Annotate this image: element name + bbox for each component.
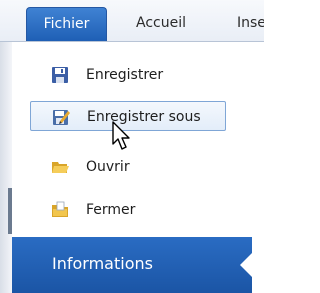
menu-item-info[interactable]: Informations [12,237,252,293]
save-as-icon [51,107,71,127]
tab-insert[interactable]: Insertion [237,7,264,41]
menu-item-label: Enregistrer sous [87,109,201,125]
mouse-cursor-icon [112,121,130,150]
backstage-left-edge [0,42,12,293]
selected-pointer [240,249,256,281]
menu-item-save[interactable]: Enregistrer [30,60,226,90]
tab-file[interactable]: Fichier [26,7,107,41]
floppy-disk-icon [50,65,70,85]
menu-item-close[interactable]: Fermer [30,195,226,225]
menu-item-label: Informations [52,254,153,273]
close-folder-icon [50,200,70,220]
menu-item-open[interactable]: Ouvrir [30,152,226,182]
menu-item-label: Fermer [86,202,136,218]
tab-home[interactable]: Accueil [136,7,186,41]
scroll-indicator [8,188,12,234]
ribbon-tab-strip: Fichier Accueil Insertion [0,0,264,42]
menu-item-label: Ouvrir [86,159,130,175]
open-folder-icon [50,157,70,177]
menu-item-label: Enregistrer [86,67,164,83]
